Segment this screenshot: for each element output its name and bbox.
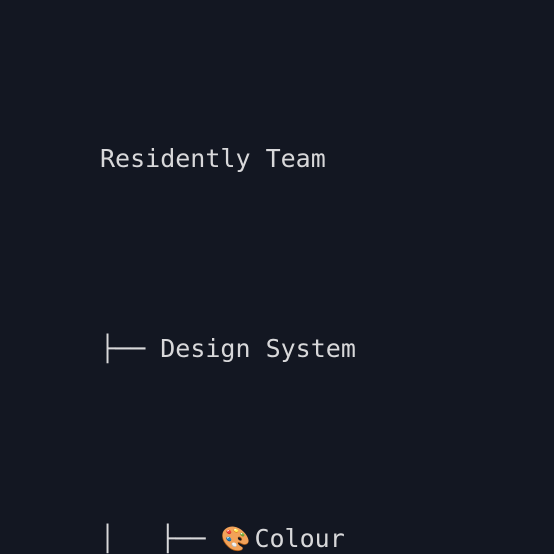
tree-label: Colour [254, 520, 344, 554]
tree-label: Residently Team [100, 140, 326, 178]
tree-row-design-system[interactable]: ├── Design System [100, 330, 554, 368]
tree-label: Design System [160, 330, 356, 368]
tree-branch: ├── [160, 520, 220, 554]
tree-branch: ├── [100, 330, 160, 368]
palette-icon: 🎨 [220, 527, 254, 551]
tree-branch: │ [100, 520, 160, 554]
file-tree: Residently Team ├── Design System │ ├── … [0, 0, 554, 554]
tree-row-colour[interactable]: │ ├── 🎨 Colour [100, 520, 554, 554]
tree-row-root[interactable]: Residently Team [100, 140, 554, 178]
